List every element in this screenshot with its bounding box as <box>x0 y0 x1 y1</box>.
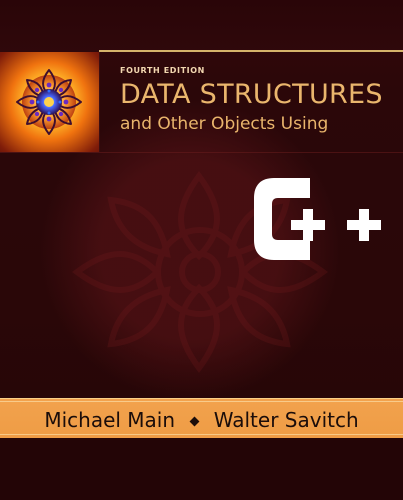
diamond-icon <box>189 416 200 427</box>
author-secondary: Walter Savitch <box>213 407 359 432</box>
cpp-plus-right-vertical <box>359 209 369 241</box>
emblem-panel <box>0 52 99 152</box>
author-band-bottom-rule <box>0 434 403 435</box>
edition-label: FOURTH EDITION <box>120 66 205 75</box>
author-line: Michael Main Walter Savitch <box>0 405 403 433</box>
cpp-plus-left-vertical <box>303 209 313 241</box>
author-band-top-rule <box>0 401 403 402</box>
gold-rule <box>99 50 403 52</box>
top-band <box>0 0 403 52</box>
book-subtitle: and Other Objects Using <box>120 114 329 134</box>
book-title: DATA STRUCTURES <box>120 79 383 110</box>
author-primary: Michael Main <box>44 407 176 432</box>
bottom-band <box>0 438 403 500</box>
book-cover: FOURTH EDITION DATA STRUCTURES and Other… <box>0 0 403 500</box>
cpp-logo <box>254 178 310 260</box>
vertical-divider <box>99 52 100 152</box>
mandala-icon <box>16 69 82 135</box>
